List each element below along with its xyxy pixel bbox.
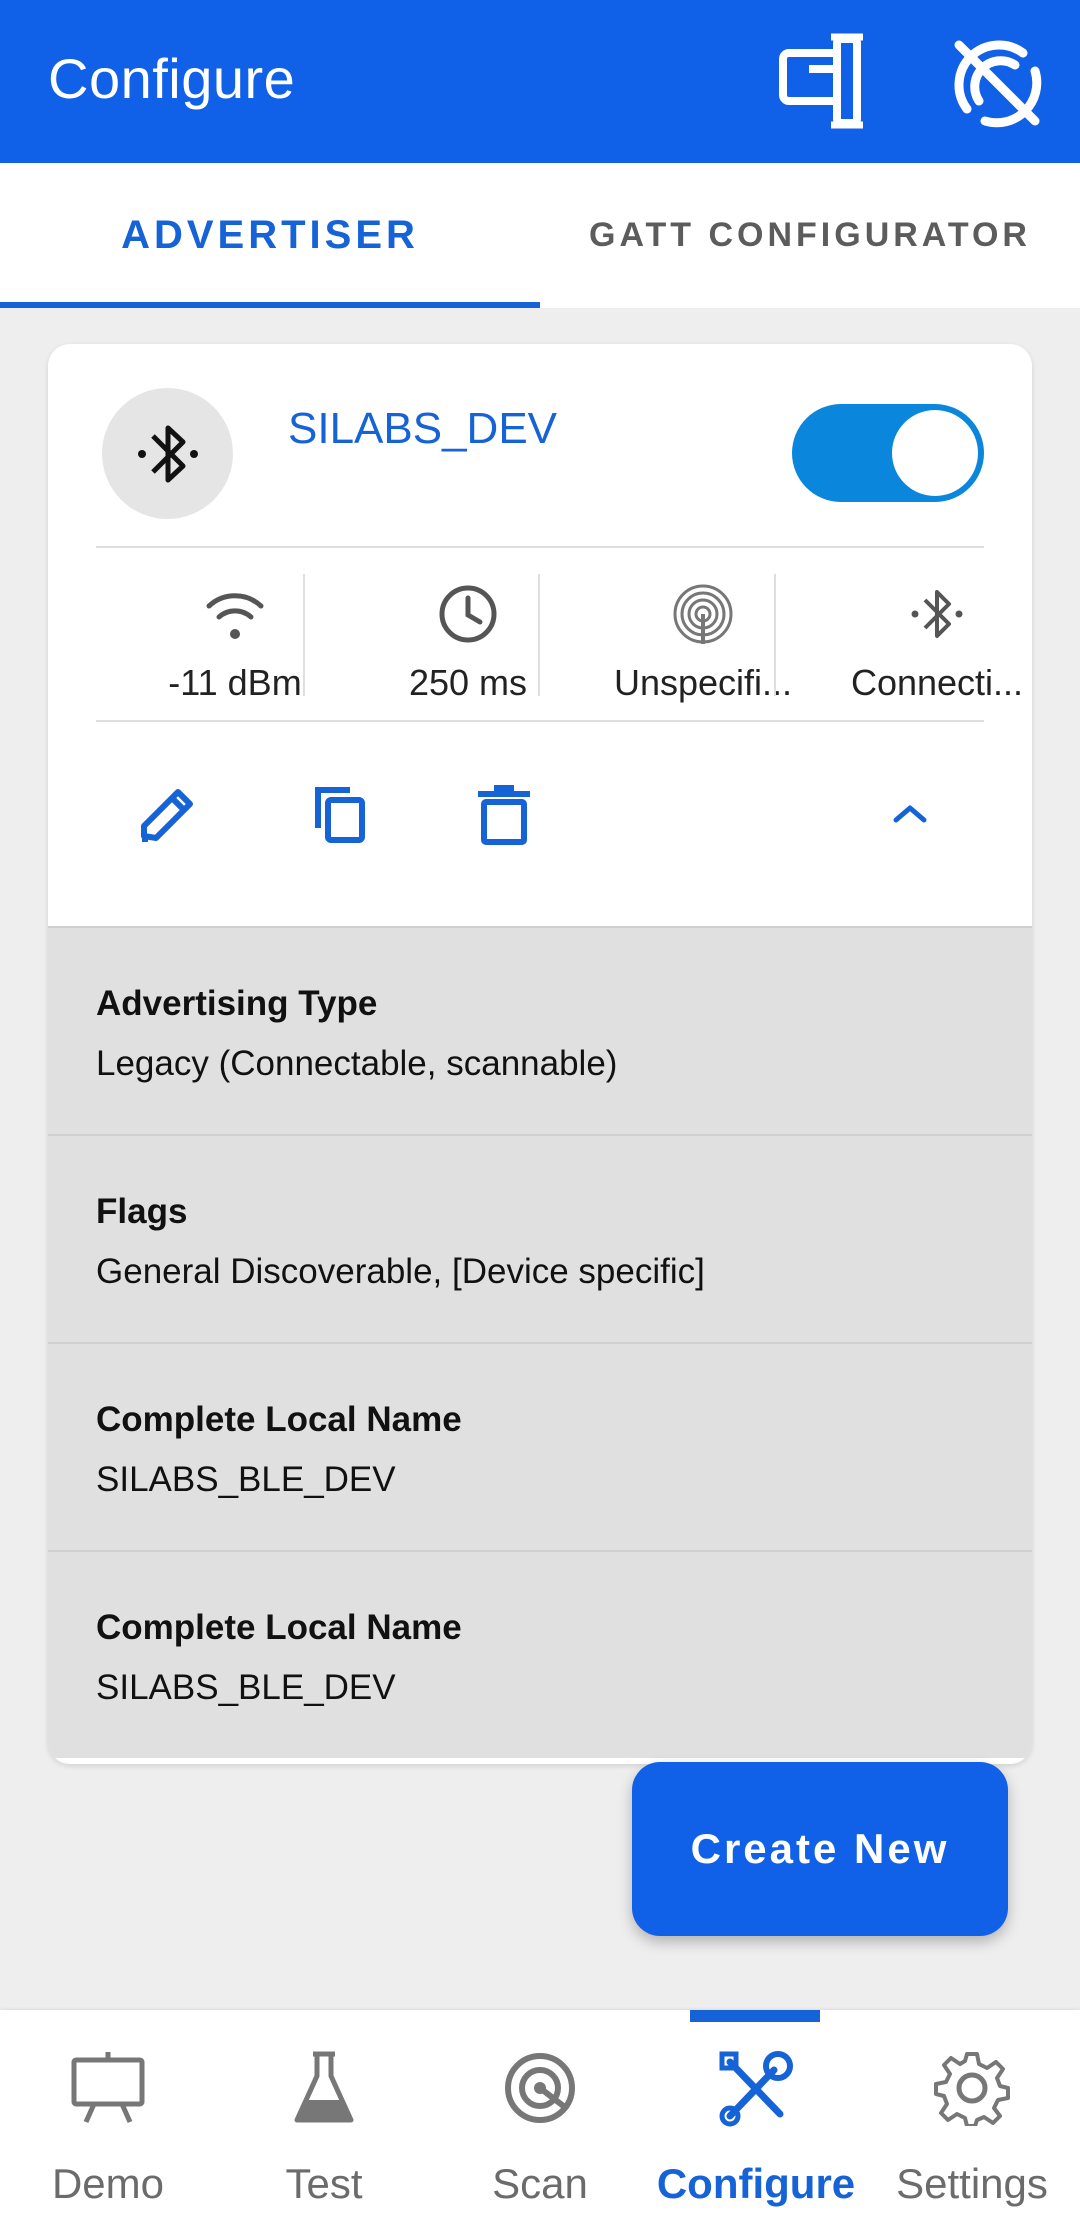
detail-row: Flags General Discoverable, [Device spec…	[48, 1134, 1032, 1342]
detail-value: SILABS_BLE_DEV	[96, 1668, 396, 1707]
bluetooth-icon	[820, 582, 1032, 652]
tab-advertiser[interactable]: ADVERTISER	[0, 163, 540, 308]
detail-value: Legacy (Connectable, scannable)	[96, 1044, 618, 1083]
active-nav-indicator	[690, 2010, 820, 2022]
toggle-knob	[892, 410, 978, 496]
bottom-navigation: Demo Test Scan Configure Settings	[0, 2010, 1080, 2235]
detail-row: Advertising Type Legacy (Connectable, sc…	[48, 926, 1032, 1134]
nav-label: Configure	[656, 2160, 856, 2207]
devices-icon[interactable]	[770, 26, 880, 136]
wifi-signal-icon	[118, 582, 352, 652]
tx-power-value: -11 dBm	[168, 662, 302, 703]
interval-stat: 250 ms	[351, 572, 585, 712]
flask-icon	[216, 2050, 432, 2130]
nav-label: Scan	[492, 2160, 588, 2207]
divider	[96, 546, 984, 548]
active-tab-indicator	[0, 302, 540, 308]
nav-label: Demo	[51, 2160, 165, 2207]
copy-icon[interactable]	[298, 774, 378, 854]
detail-row: Complete Local Name SILABS_BLE_DEV	[48, 1550, 1032, 1758]
tab-gatt-configurator[interactable]: GATT CONFIGURATOR	[540, 163, 1080, 308]
detail-label: Complete Local Name	[96, 1400, 462, 1439]
nav-label: Test	[285, 2160, 363, 2207]
connectable-value: Connecti...	[850, 662, 1024, 703]
stat-divider	[774, 574, 776, 696]
create-new-button[interactable]: Create New	[632, 1762, 1008, 1936]
bluetooth-disabled-icon[interactable]	[940, 26, 1050, 136]
antenna-icon	[586, 582, 820, 652]
nav-item-test[interactable]: Test	[216, 2010, 432, 2235]
detail-label: Advertising Type	[96, 984, 378, 1023]
nav-label: Settings	[896, 2160, 1048, 2207]
advertiser-name: SILABS_DEV	[288, 404, 558, 453]
stat-divider	[303, 574, 305, 696]
tab-bar: ADVERTISER GATT CONFIGURATOR	[0, 163, 1080, 308]
connectable-stat: Connecti...	[820, 572, 1032, 712]
detail-label: Complete Local Name	[96, 1608, 462, 1647]
detail-row: Complete Local Name SILABS_BLE_DEV	[48, 1342, 1032, 1550]
nav-item-settings[interactable]: Settings	[864, 2010, 1080, 2235]
presentation-icon	[0, 2050, 216, 2130]
detail-value: SILABS_BLE_DEV	[96, 1460, 396, 1499]
nav-item-configure[interactable]: Configure	[648, 2010, 864, 2235]
page-title: Configure	[48, 47, 296, 110]
delete-icon[interactable]	[464, 774, 544, 854]
tx-power-stat: -11 dBm	[118, 572, 352, 712]
nav-item-demo[interactable]: Demo	[0, 2010, 216, 2235]
bluetooth-avatar	[102, 388, 233, 519]
advertiser-card[interactable]: SILABS_DEV -11 dBm 250 ms Unspecifi... C…	[48, 344, 1032, 1764]
bluetooth-icon	[137, 425, 198, 482]
chevron-up-icon[interactable]	[870, 774, 950, 854]
detail-label: Flags	[96, 1192, 188, 1231]
app-bar: Configure	[0, 0, 1080, 163]
tools-icon	[648, 2050, 864, 2130]
edit-icon[interactable]	[128, 774, 208, 854]
scan-icon	[432, 2050, 648, 2130]
limit-stat: Unspecifi...	[586, 572, 820, 712]
divider	[96, 720, 984, 722]
detail-value: General Discoverable, [Device specific]	[96, 1252, 705, 1291]
stat-divider	[538, 574, 540, 696]
clock-icon	[351, 582, 585, 652]
limit-value: Unspecifi...	[613, 662, 793, 703]
nav-item-scan[interactable]: Scan	[432, 2010, 648, 2235]
interval-value: 250 ms	[408, 662, 528, 703]
advertiser-toggle[interactable]	[792, 404, 984, 502]
gear-icon	[864, 2050, 1080, 2130]
